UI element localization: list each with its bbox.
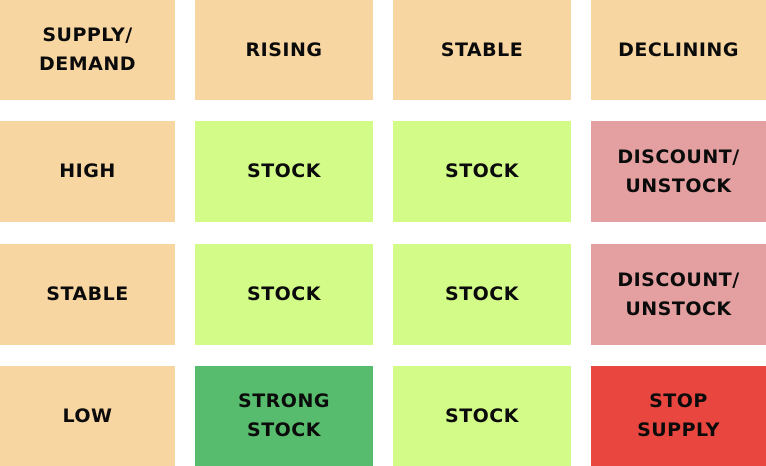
cell-line-2: UNSTOCK	[625, 297, 732, 320]
column-header-declining: DECLINING	[591, 0, 766, 100]
cell-line-1: STRONG	[238, 390, 330, 412]
cell-line-2: UNSTOCK	[625, 174, 732, 197]
column-header-stable: STABLE	[393, 0, 571, 100]
cell-stable-stable: STOCK	[393, 244, 571, 345]
cell-line-1: DISCOUNT/	[617, 145, 740, 168]
row-header-low: LOW	[0, 366, 175, 466]
cell-high-rising: STOCK	[195, 121, 373, 222]
cell-line-2: SUPPLY	[637, 419, 720, 441]
cell-high-stable: STOCK	[393, 121, 571, 222]
cell-line-1: DISCOUNT/	[617, 268, 740, 291]
cell-high-declining: DISCOUNT/ UNSTOCK	[591, 121, 766, 222]
row-header-stable: STABLE	[0, 244, 175, 345]
cell-stable-rising: STOCK	[195, 244, 373, 345]
column-header-rising: RISING	[195, 0, 373, 100]
cell-stable-declining: DISCOUNT/ UNSTOCK	[591, 244, 766, 345]
cell-line-2: STOCK	[247, 419, 321, 441]
corner-line-1: SUPPLY/	[42, 24, 133, 46]
cell-line-1: STOP	[649, 390, 708, 412]
cell-low-stable: STOCK	[393, 366, 571, 466]
cell-low-declining: STOP SUPPLY	[591, 366, 766, 466]
supply-demand-matrix: SUPPLY/ DEMAND RISING STABLE DECLINING H…	[0, 0, 766, 466]
cell-low-rising: STRONG STOCK	[195, 366, 373, 466]
corner-line-2: DEMAND	[38, 53, 137, 75]
row-header-high: HIGH	[0, 121, 175, 222]
corner-header: SUPPLY/ DEMAND	[0, 0, 175, 100]
